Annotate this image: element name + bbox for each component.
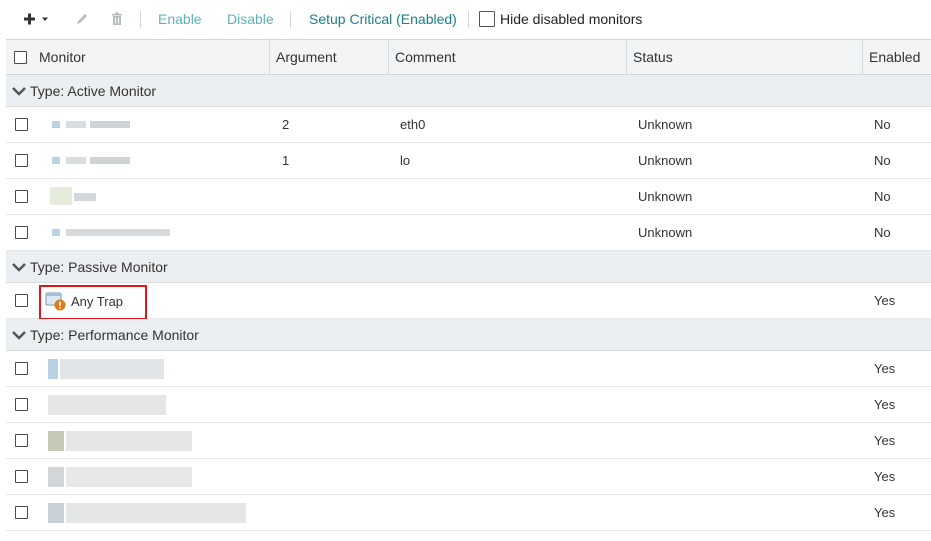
row-checkbox[interactable] <box>15 294 28 307</box>
status-cell: Unknown <box>638 153 693 168</box>
column-header-status[interactable]: Status <box>626 40 864 75</box>
table-row[interactable]: Yes <box>6 351 931 387</box>
disable-button[interactable]: Disable <box>227 11 274 28</box>
chevron-down-icon <box>12 86 26 96</box>
enabled-cell: No <box>874 189 891 204</box>
enabled-cell: No <box>874 153 891 168</box>
enabled-cell: Yes <box>874 293 896 308</box>
comment-cell: eth0 <box>400 117 426 132</box>
monitor-name-redacted <box>42 459 202 494</box>
table-row[interactable]: Yes <box>6 459 931 495</box>
comment-cell: lo <box>400 153 411 168</box>
row-checkbox[interactable] <box>15 398 28 411</box>
monitor-name-label: Any Trap <box>71 293 124 309</box>
enabled-cell: Yes <box>874 505 896 520</box>
column-header-argument[interactable]: Argument <box>269 40 389 75</box>
row-checkbox[interactable] <box>15 362 28 375</box>
table-row[interactable]: Unknown No <box>6 215 931 251</box>
grid-header: Monitor Argument Comment Status Enabled <box>6 39 931 75</box>
setup-critical-button[interactable]: Setup Critical (Enabled) <box>309 11 457 28</box>
table-row[interactable]: Unknown No <box>6 179 931 215</box>
hide-disabled-toggle[interactable]: Hide disabled monitors <box>479 11 642 27</box>
monitor-name-redacted <box>42 387 172 422</box>
group-header-active[interactable]: Type: Active Monitor <box>6 75 931 107</box>
toolbar-divider <box>140 11 141 28</box>
monitor-name-redacted <box>42 351 172 386</box>
row-checkbox[interactable] <box>15 154 28 167</box>
monitor-name-redacted <box>42 179 112 214</box>
chevron-down-icon <box>12 262 26 272</box>
monitor-name-redacted <box>42 423 202 458</box>
group-label: Type: Performance Monitor <box>30 326 199 343</box>
group-header-passive[interactable]: Type: Passive Monitor <box>6 251 931 283</box>
monitor-name-redacted <box>42 143 132 178</box>
table-row[interactable]: 2 eth0 Unknown No <box>6 107 931 143</box>
plus-icon <box>24 13 48 25</box>
status-cell: Unknown <box>638 117 693 132</box>
delete-button[interactable] <box>110 9 124 29</box>
monitor-grid: Monitor Argument Comment Status Enabled … <box>6 39 931 531</box>
enabled-cell: Yes <box>874 469 896 484</box>
group-header-performance[interactable]: Type: Performance Monitor <box>6 319 931 351</box>
add-monitor-button[interactable] <box>20 9 54 29</box>
pencil-icon <box>77 14 87 24</box>
column-header-monitor[interactable]: Monitor <box>33 40 269 75</box>
hide-disabled-label: Hide disabled monitors <box>500 11 643 27</box>
row-checkbox[interactable] <box>15 226 28 239</box>
caret-down-icon <box>42 17 48 21</box>
group-label: Type: Passive Monitor <box>30 258 168 275</box>
toolbar: Enable Disable Setup Critical (Enabled) … <box>0 0 931 38</box>
enabled-cell: Yes <box>874 361 896 376</box>
group-label: Type: Active Monitor <box>30 82 157 99</box>
status-cell: Unknown <box>638 189 693 204</box>
argument-cell: 1 <box>282 153 290 168</box>
table-row[interactable]: Yes <box>6 423 931 459</box>
enabled-cell: Yes <box>874 397 896 412</box>
select-all-checkbox[interactable] <box>14 51 27 64</box>
row-checkbox[interactable] <box>15 470 28 483</box>
monitor-name-redacted <box>42 215 182 250</box>
monitor-name-redacted <box>42 107 132 142</box>
row-checkbox[interactable] <box>15 118 28 131</box>
trash-icon <box>112 12 122 25</box>
row-checkbox[interactable] <box>15 506 28 519</box>
toolbar-divider <box>468 11 469 28</box>
column-header-enabled[interactable]: Enabled <box>862 40 931 75</box>
chevron-down-icon <box>12 330 26 340</box>
enable-button[interactable]: Enable <box>158 11 202 28</box>
status-cell: Unknown <box>638 225 693 240</box>
enabled-cell: No <box>874 225 891 240</box>
table-row[interactable]: 1 lo Unknown No <box>6 143 931 179</box>
table-row[interactable]: Any Trap Yes <box>6 283 931 320</box>
row-checkbox[interactable] <box>15 434 28 447</box>
row-checkbox[interactable] <box>15 190 28 203</box>
table-row[interactable]: Yes <box>6 495 931 531</box>
edit-button[interactable] <box>74 9 90 29</box>
monitor-name-redacted <box>42 495 252 530</box>
enabled-cell: No <box>874 117 891 132</box>
enabled-cell: Yes <box>874 433 896 448</box>
column-header-comment[interactable]: Comment <box>388 40 628 75</box>
argument-cell: 2 <box>282 117 290 132</box>
snmp-trap-warning-icon <box>45 292 66 311</box>
toolbar-divider <box>290 11 291 28</box>
monitor-name-cell: Any Trap <box>45 291 123 311</box>
table-row[interactable]: Yes <box>6 387 931 423</box>
hide-disabled-checkbox[interactable] <box>479 11 495 27</box>
